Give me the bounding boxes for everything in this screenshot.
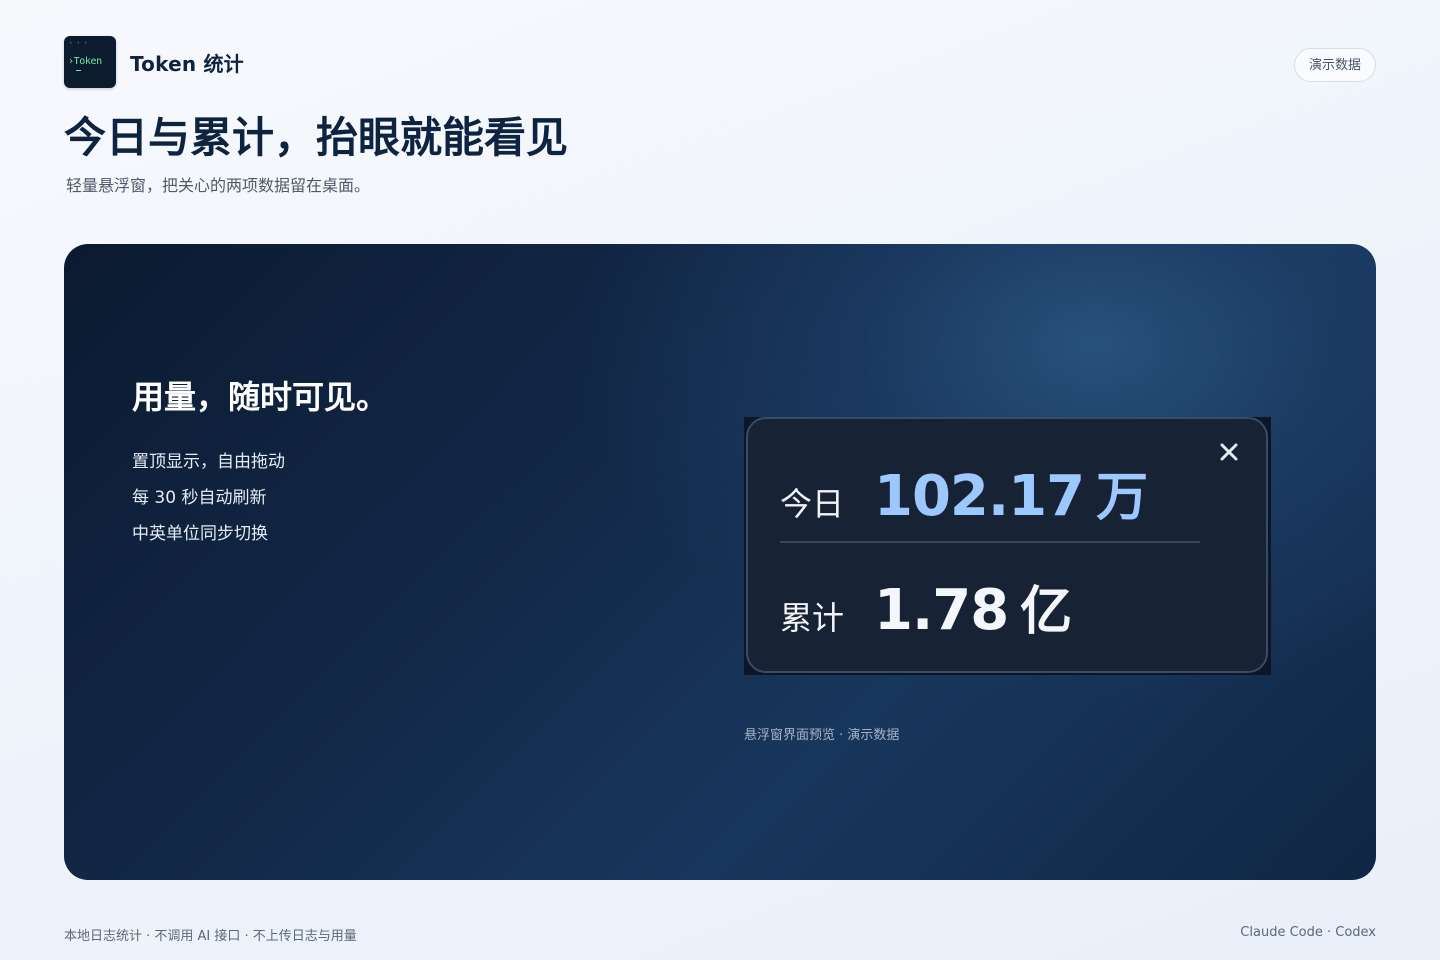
floating-widget[interactable]: 今日 102.17 万 累计 1.78 亿	[746, 417, 1268, 673]
widget-preview-frame: 今日 102.17 万 累计 1.78 亿	[744, 417, 1271, 675]
widget-caption: 悬浮窗界面预览 · 演示数据	[744, 728, 900, 743]
widget-divider	[780, 541, 1200, 543]
feature-item: 中英单位同步切换	[132, 524, 268, 544]
feature-list: 置顶显示，自由拖动 每 30 秒自动刷新 中英单位同步切换	[132, 444, 285, 552]
demo-data-badge[interactable]: 演示数据	[1293, 48, 1376, 82]
page-subtitle: 轻量悬浮窗，把关心的两项数据留在桌面。	[66, 176, 371, 195]
logo-text: ›Token	[68, 56, 102, 67]
panel-title: 用量，随时可见。	[132, 378, 389, 416]
feature-item: 置顶显示，自由拖动	[132, 452, 285, 472]
brand: • • • ›Token Token 统计	[64, 36, 244, 88]
today-unit: 万	[1096, 468, 1149, 528]
today-label: 今日	[780, 485, 845, 523]
page-title: 今日与累计，抬眼就能看见	[64, 113, 569, 162]
brand-name: Token 统计	[130, 51, 244, 76]
page: • • • ›Token Token 统计 演示数据 今日与累计，抬眼就能看见 …	[0, 0, 1440, 960]
footer-supported-tools: Claude Code · Codex	[1240, 925, 1376, 940]
today-value: 102.17	[874, 464, 1085, 529]
today-row: 今日 102.17 万	[780, 455, 1148, 530]
footer-privacy-note: 本地日志统计 · 不调用 AI 接口 · 不上传日志与用量	[64, 929, 357, 944]
total-row: 累计 1.78 亿	[780, 569, 1072, 644]
feature-panel: 用量，随时可见。 置顶显示，自由拖动 每 30 秒自动刷新 中英单位同步切换 今…	[64, 244, 1376, 880]
total-unit: 亿	[1020, 582, 1073, 642]
app-logo: • • • ›Token	[64, 36, 116, 88]
close-button[interactable]	[1216, 439, 1242, 465]
feature-item: 每 30 秒自动刷新	[132, 488, 267, 508]
close-icon	[1220, 443, 1238, 461]
total-value: 1.78	[874, 578, 1009, 643]
total-label: 累计	[780, 599, 845, 637]
